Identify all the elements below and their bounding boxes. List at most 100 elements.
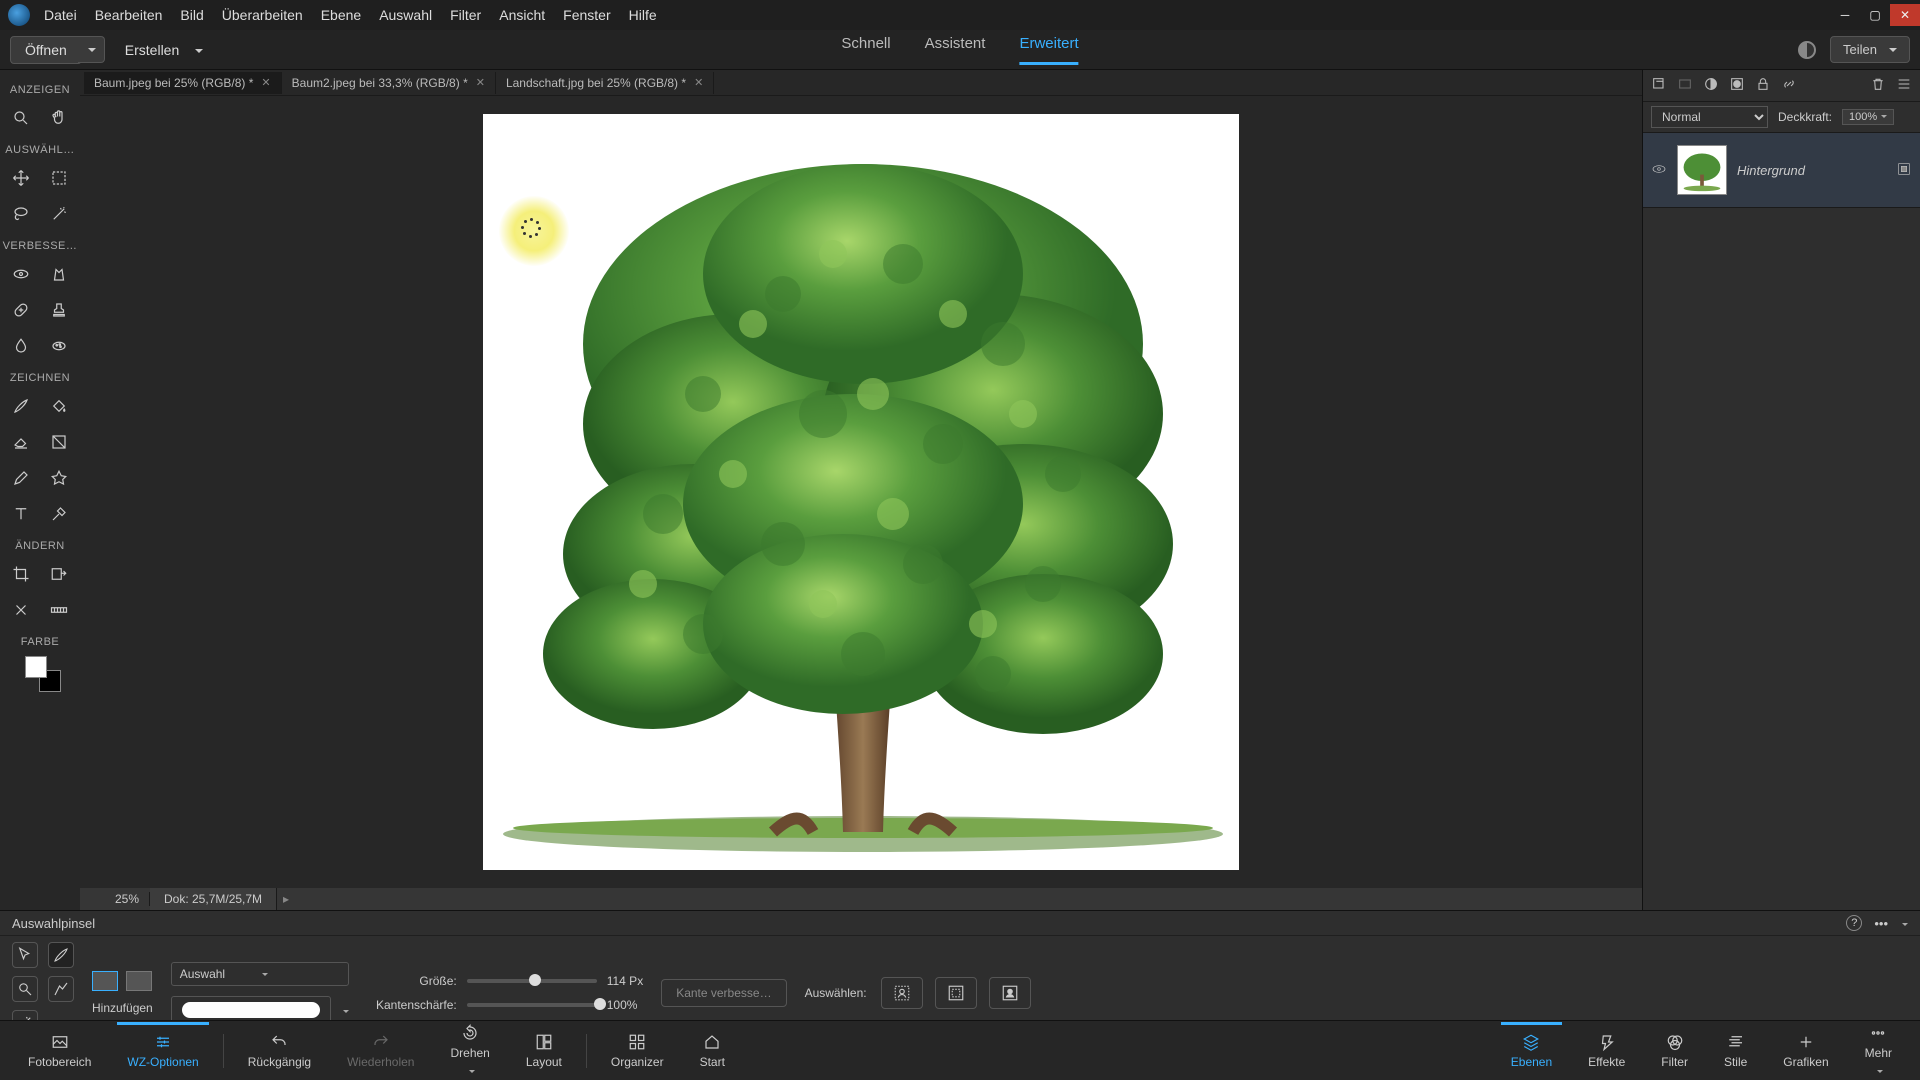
close-tab-icon[interactable]: ✕: [694, 76, 703, 89]
mode-add-thumb[interactable]: [92, 971, 118, 991]
menu-edit[interactable]: Bearbeiten: [95, 7, 163, 23]
move-tool-icon[interactable]: [9, 166, 33, 190]
select-wand-icon[interactable]: [12, 976, 38, 1002]
stamp-tool-icon[interactable]: [47, 298, 71, 322]
organizer-button[interactable]: Organizer: [593, 1033, 682, 1069]
status-menu-icon[interactable]: ▸: [277, 892, 295, 906]
status-zoom[interactable]: 25%: [80, 892, 150, 906]
layers-tab-button[interactable]: Ebenen: [1493, 1033, 1570, 1069]
maximize-button[interactable]: ▢: [1860, 4, 1890, 26]
menu-layer[interactable]: Ebene: [321, 7, 361, 23]
open-button[interactable]: Öffnen: [10, 36, 82, 64]
bucket-tool-icon[interactable]: [47, 394, 71, 418]
select-background-icon[interactable]: [935, 977, 977, 1009]
help-icon[interactable]: ?: [1846, 915, 1862, 931]
tooloptions-button[interactable]: WZ-Optionen: [109, 1033, 216, 1069]
collapse-options-icon[interactable]: [1898, 916, 1908, 931]
visibility-icon[interactable]: [1651, 161, 1667, 180]
mode-subtract-thumb[interactable]: [126, 971, 152, 991]
share-button[interactable]: Teilen: [1830, 36, 1910, 63]
select-refine-icon[interactable]: [48, 976, 74, 1002]
stroke-dropdown-icon[interactable]: [339, 1003, 349, 1018]
wand-tool-icon[interactable]: [47, 202, 71, 226]
layer-lock-icon[interactable]: [1896, 161, 1912, 180]
zoom-tool-icon[interactable]: [9, 106, 33, 130]
select-brush-icon[interactable]: [48, 942, 74, 968]
doc-tab-1[interactable]: Baum.jpeg bei 25% (RGB/8) *✕: [84, 72, 282, 94]
move-content-tool-icon[interactable]: [9, 598, 33, 622]
close-button[interactable]: ✕: [1890, 4, 1920, 26]
edge-value[interactable]: 100%: [607, 998, 638, 1012]
eraser-tool-icon[interactable]: [9, 430, 33, 454]
pencil-tool-icon[interactable]: [9, 466, 33, 490]
graphics-tab-button[interactable]: Grafiken: [1765, 1033, 1846, 1069]
close-tab-icon[interactable]: ✕: [476, 76, 485, 89]
mask-icon[interactable]: [1729, 76, 1745, 95]
crop-tool-icon[interactable]: [9, 562, 33, 586]
adjust-layer-icon[interactable]: [1703, 76, 1719, 95]
color-swatch[interactable]: [25, 656, 55, 686]
blend-mode-select[interactable]: Normal: [1651, 106, 1768, 128]
new-group-icon[interactable]: [1677, 76, 1693, 95]
styles-tab-button[interactable]: Stile: [1706, 1033, 1765, 1069]
opacity-value[interactable]: 100%: [1842, 109, 1894, 125]
menu-select[interactable]: Auswahl: [379, 7, 432, 23]
gradient-tool-icon[interactable]: [47, 430, 71, 454]
minimize-button[interactable]: ─: [1830, 4, 1860, 26]
shape-tool-icon[interactable]: [47, 466, 71, 490]
whitening-tool-icon[interactable]: [47, 262, 71, 286]
selection-mode-dropdown[interactable]: Auswahl: [171, 962, 349, 986]
mode-guided[interactable]: Assistent: [925, 35, 986, 65]
menu-window[interactable]: Fenster: [563, 7, 610, 23]
more-tab-button[interactable]: Mehr: [1847, 1024, 1910, 1078]
foreground-color[interactable]: [25, 656, 47, 678]
delete-layer-icon[interactable]: [1870, 76, 1886, 95]
redo-button[interactable]: Wiederholen: [329, 1033, 432, 1069]
heal-tool-icon[interactable]: [9, 298, 33, 322]
sponge-tool-icon[interactable]: [47, 334, 71, 358]
new-layer-icon[interactable]: [1651, 76, 1667, 95]
redeye-tool-icon[interactable]: [9, 262, 33, 286]
text-tool-icon[interactable]: [9, 502, 33, 526]
photobin-button[interactable]: Fotobereich: [10, 1033, 109, 1069]
close-tab-icon[interactable]: ✕: [261, 76, 270, 89]
rotate-button[interactable]: Drehen: [432, 1024, 507, 1078]
select-arrow-icon[interactable]: [12, 942, 38, 968]
doc-tab-2[interactable]: Baum2.jpeg bei 33,3% (RGB/8) *✕: [282, 72, 496, 94]
doc-tab-3[interactable]: Landschaft.jpg bei 25% (RGB/8) *✕: [496, 72, 714, 94]
open-dropdown[interactable]: [78, 36, 105, 63]
menu-filter[interactable]: Filter: [450, 7, 481, 23]
menu-image[interactable]: Bild: [180, 7, 203, 23]
menu-file[interactable]: Datei: [44, 7, 77, 23]
layer-name[interactable]: Hintergrund: [1737, 163, 1886, 178]
hand-tool-icon[interactable]: [47, 106, 71, 130]
blur-tool-icon[interactable]: [9, 334, 33, 358]
select-sky-icon[interactable]: [989, 977, 1031, 1009]
panel-menu-icon[interactable]: [1896, 76, 1912, 95]
filter-tab-button[interactable]: Filter: [1643, 1033, 1706, 1069]
menu-enhance[interactable]: Überarbeiten: [222, 7, 303, 23]
size-slider[interactable]: [467, 979, 597, 983]
options-menu-icon[interactable]: •••: [1874, 916, 1888, 931]
create-button[interactable]: Erstellen: [125, 42, 203, 58]
theme-toggle-icon[interactable]: [1798, 41, 1816, 59]
lock-layer-icon[interactable]: [1755, 76, 1771, 95]
undo-button[interactable]: Rückgängig: [230, 1033, 329, 1069]
brush-tool-icon[interactable]: [9, 394, 33, 418]
menu-help[interactable]: Hilfe: [629, 7, 657, 23]
refine-edge-button[interactable]: Kante verbesse…: [661, 979, 786, 1007]
link-layer-icon[interactable]: [1781, 76, 1797, 95]
recompose-tool-icon[interactable]: [47, 562, 71, 586]
layout-button[interactable]: Layout: [508, 1033, 580, 1069]
effects-tab-button[interactable]: Effekte: [1570, 1033, 1643, 1069]
layer-row[interactable]: Hintergrund: [1643, 133, 1920, 208]
straighten-tool-icon[interactable]: [47, 598, 71, 622]
edge-slider[interactable]: [467, 1003, 597, 1007]
menu-view[interactable]: Ansicht: [499, 7, 545, 23]
marquee-tool-icon[interactable]: [47, 166, 71, 190]
home-button[interactable]: Start: [682, 1033, 743, 1069]
lasso-tool-icon[interactable]: [9, 202, 33, 226]
eyedrop-tool-icon[interactable]: [47, 502, 71, 526]
mode-expert[interactable]: Erweitert: [1019, 35, 1078, 65]
select-subject-icon[interactable]: [881, 977, 923, 1009]
